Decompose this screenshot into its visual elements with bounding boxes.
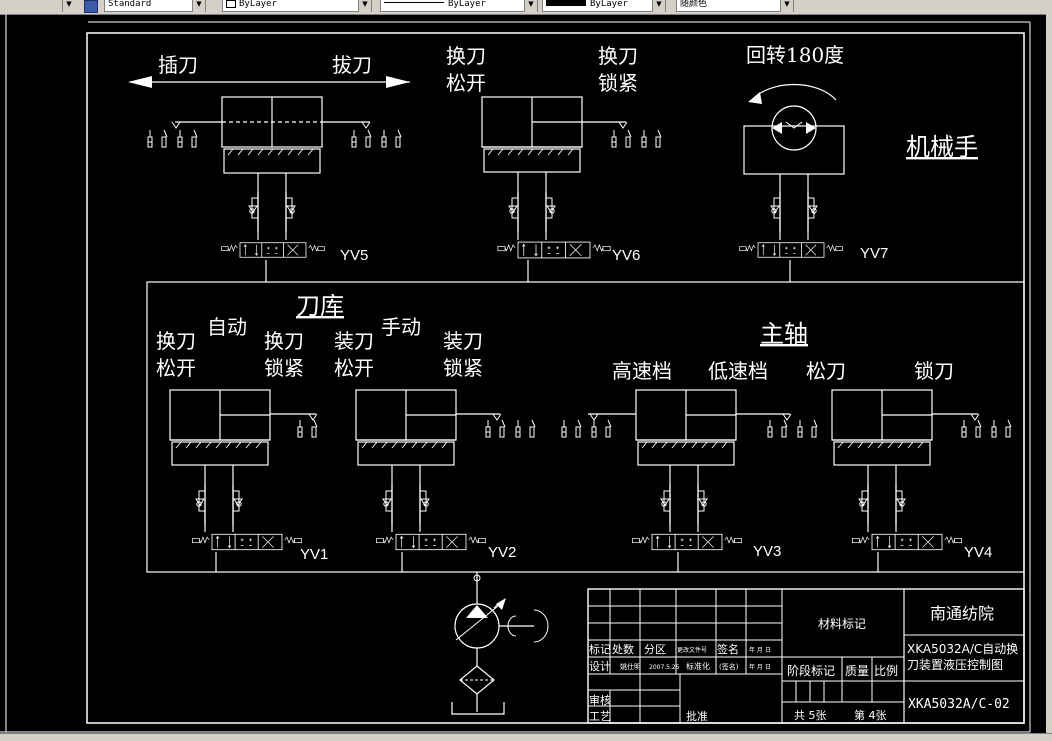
color-value: 随颜色 bbox=[680, 0, 708, 9]
tb-drawing-no: XKA5032A/C-02 bbox=[908, 697, 1010, 712]
label-rotate: 回转180度 bbox=[746, 43, 844, 67]
tb-count: 处数 bbox=[612, 643, 634, 656]
toolbar: ▼ Standard ▼ ByLayer ▼ ByLayer ▼ ByLayer… bbox=[0, 0, 1052, 15]
label-tc-release: 换刀松开 bbox=[446, 44, 486, 95]
linetype-value: ByLayer bbox=[448, 0, 486, 9]
vertical-scrollbar[interactable] bbox=[1046, 14, 1052, 734]
label-load-clamp: 装刀锁紧 bbox=[443, 329, 483, 380]
tb-approve: 批准 bbox=[686, 709, 708, 723]
dropdown-arrow-icon[interactable]: ▼ bbox=[62, 0, 75, 12]
label-lock-tool: 锁刀 bbox=[914, 359, 954, 383]
lineweight-value: ByLayer bbox=[590, 0, 628, 9]
valve-label-yv3: YV3 bbox=[753, 543, 781, 560]
status-strip bbox=[0, 733, 1052, 741]
text-style-select[interactable]: Standard bbox=[104, 0, 206, 12]
tb-standardize: 标准化 bbox=[686, 661, 710, 671]
label-load-release: 装刀松开 bbox=[334, 329, 374, 380]
valve-label-yv5: YV5 bbox=[340, 247, 368, 264]
label-manipulator: 机械手 bbox=[906, 133, 978, 161]
tb-design-date: 2007.5.25 bbox=[649, 664, 680, 671]
tb-doc-no: 更改文件号 bbox=[677, 646, 707, 654]
tb-review: 审核 bbox=[589, 693, 611, 707]
dropdown-arrow-icon[interactable]: ▼ bbox=[192, 0, 205, 12]
label-loosen-tool: 松刀 bbox=[806, 359, 846, 383]
layer-value: ByLayer bbox=[239, 0, 277, 9]
text-style-value: Standard bbox=[108, 0, 152, 9]
label-mag-release: 换刀松开 bbox=[156, 329, 196, 380]
drawing-frame bbox=[86, 32, 1025, 724]
tb-process: 工艺 bbox=[589, 710, 611, 723]
tb-date2: 年 月 日 bbox=[749, 663, 771, 671]
tb-zone: 分区 bbox=[644, 643, 666, 656]
lineweight-sample bbox=[546, 0, 586, 6]
rotary-actuator bbox=[738, 83, 845, 282]
label-insert-tool: 插刀 bbox=[158, 53, 198, 77]
label-low-speed: 低速档 bbox=[708, 359, 768, 383]
label-manual: 手动 bbox=[381, 315, 421, 339]
tb-date: 年 月 日 bbox=[749, 646, 771, 654]
dropdown-arrow-icon[interactable]: ▼ bbox=[780, 0, 793, 12]
tb-sign: 签名 bbox=[717, 642, 739, 656]
dropdown-arrow-icon[interactable]: ▼ bbox=[652, 0, 665, 12]
valve-label-yv2: YV2 bbox=[488, 544, 516, 561]
label-mag-clamp: 换刀锁紧 bbox=[264, 329, 304, 380]
tb-weight: 质量 bbox=[845, 664, 869, 678]
layer-color-swatch bbox=[226, 0, 236, 8]
layer-select[interactable]: ByLayer bbox=[222, 0, 372, 12]
tb-design: 设计 bbox=[589, 660, 611, 673]
pressure-line-loop bbox=[146, 281, 1025, 573]
valve-label-yv1: YV1 bbox=[300, 546, 328, 563]
label-tc-clamp: 换刀锁紧 bbox=[598, 44, 638, 95]
linetype-sample bbox=[384, 2, 444, 3]
tb-scale: 比例 bbox=[874, 664, 898, 678]
lineweight-select[interactable]: ByLayer bbox=[542, 0, 666, 12]
tb-mark: 标记 bbox=[589, 642, 611, 656]
hydraulic-drawing[interactable]: 插刀 拔刀 换刀松开 换刀锁紧 回转180度 机械手 刀库 自动 手动 换刀松开… bbox=[0, 14, 1052, 741]
label-magazine: 刀库 bbox=[296, 292, 344, 320]
valve-label-yv4: YV4 bbox=[964, 544, 992, 561]
tb-material: 材料标记 bbox=[818, 617, 866, 631]
magazine-tool-change-cylinder bbox=[169, 389, 318, 572]
label-auto: 自动 bbox=[207, 315, 247, 339]
label-spindle: 主轴 bbox=[760, 320, 808, 348]
valve-label-yv7: YV7 bbox=[860, 245, 888, 262]
label-pull-tool: 拔刀 bbox=[332, 53, 372, 77]
tb-sign2: (签名) bbox=[719, 662, 739, 671]
hydraulic-pump bbox=[451, 572, 549, 715]
dropdown-arrow-icon[interactable]: ▼ bbox=[358, 0, 371, 12]
tb-title: XKA5032A/C自动换刀装置液压控制图 bbox=[907, 642, 1018, 672]
text-style-icon[interactable] bbox=[84, 0, 98, 13]
color-select[interactable]: 随颜色 bbox=[676, 0, 794, 12]
linetype-select[interactable]: ByLayer bbox=[380, 0, 538, 12]
tb-stage-mark: 阶段标记 bbox=[787, 663, 835, 678]
tb-designer: 姚仕明 bbox=[620, 662, 641, 671]
tb-company: 南通纺院 bbox=[930, 604, 994, 623]
label-high-speed: 高速档 bbox=[612, 359, 672, 383]
dropdown-arrow-icon[interactable]: ▼ bbox=[524, 0, 537, 12]
tb-sheets-total: 共 5张 bbox=[794, 709, 827, 722]
valve-label-yv6: YV6 bbox=[612, 247, 640, 264]
tb-sheet-no: 第 4张 bbox=[854, 708, 887, 722]
